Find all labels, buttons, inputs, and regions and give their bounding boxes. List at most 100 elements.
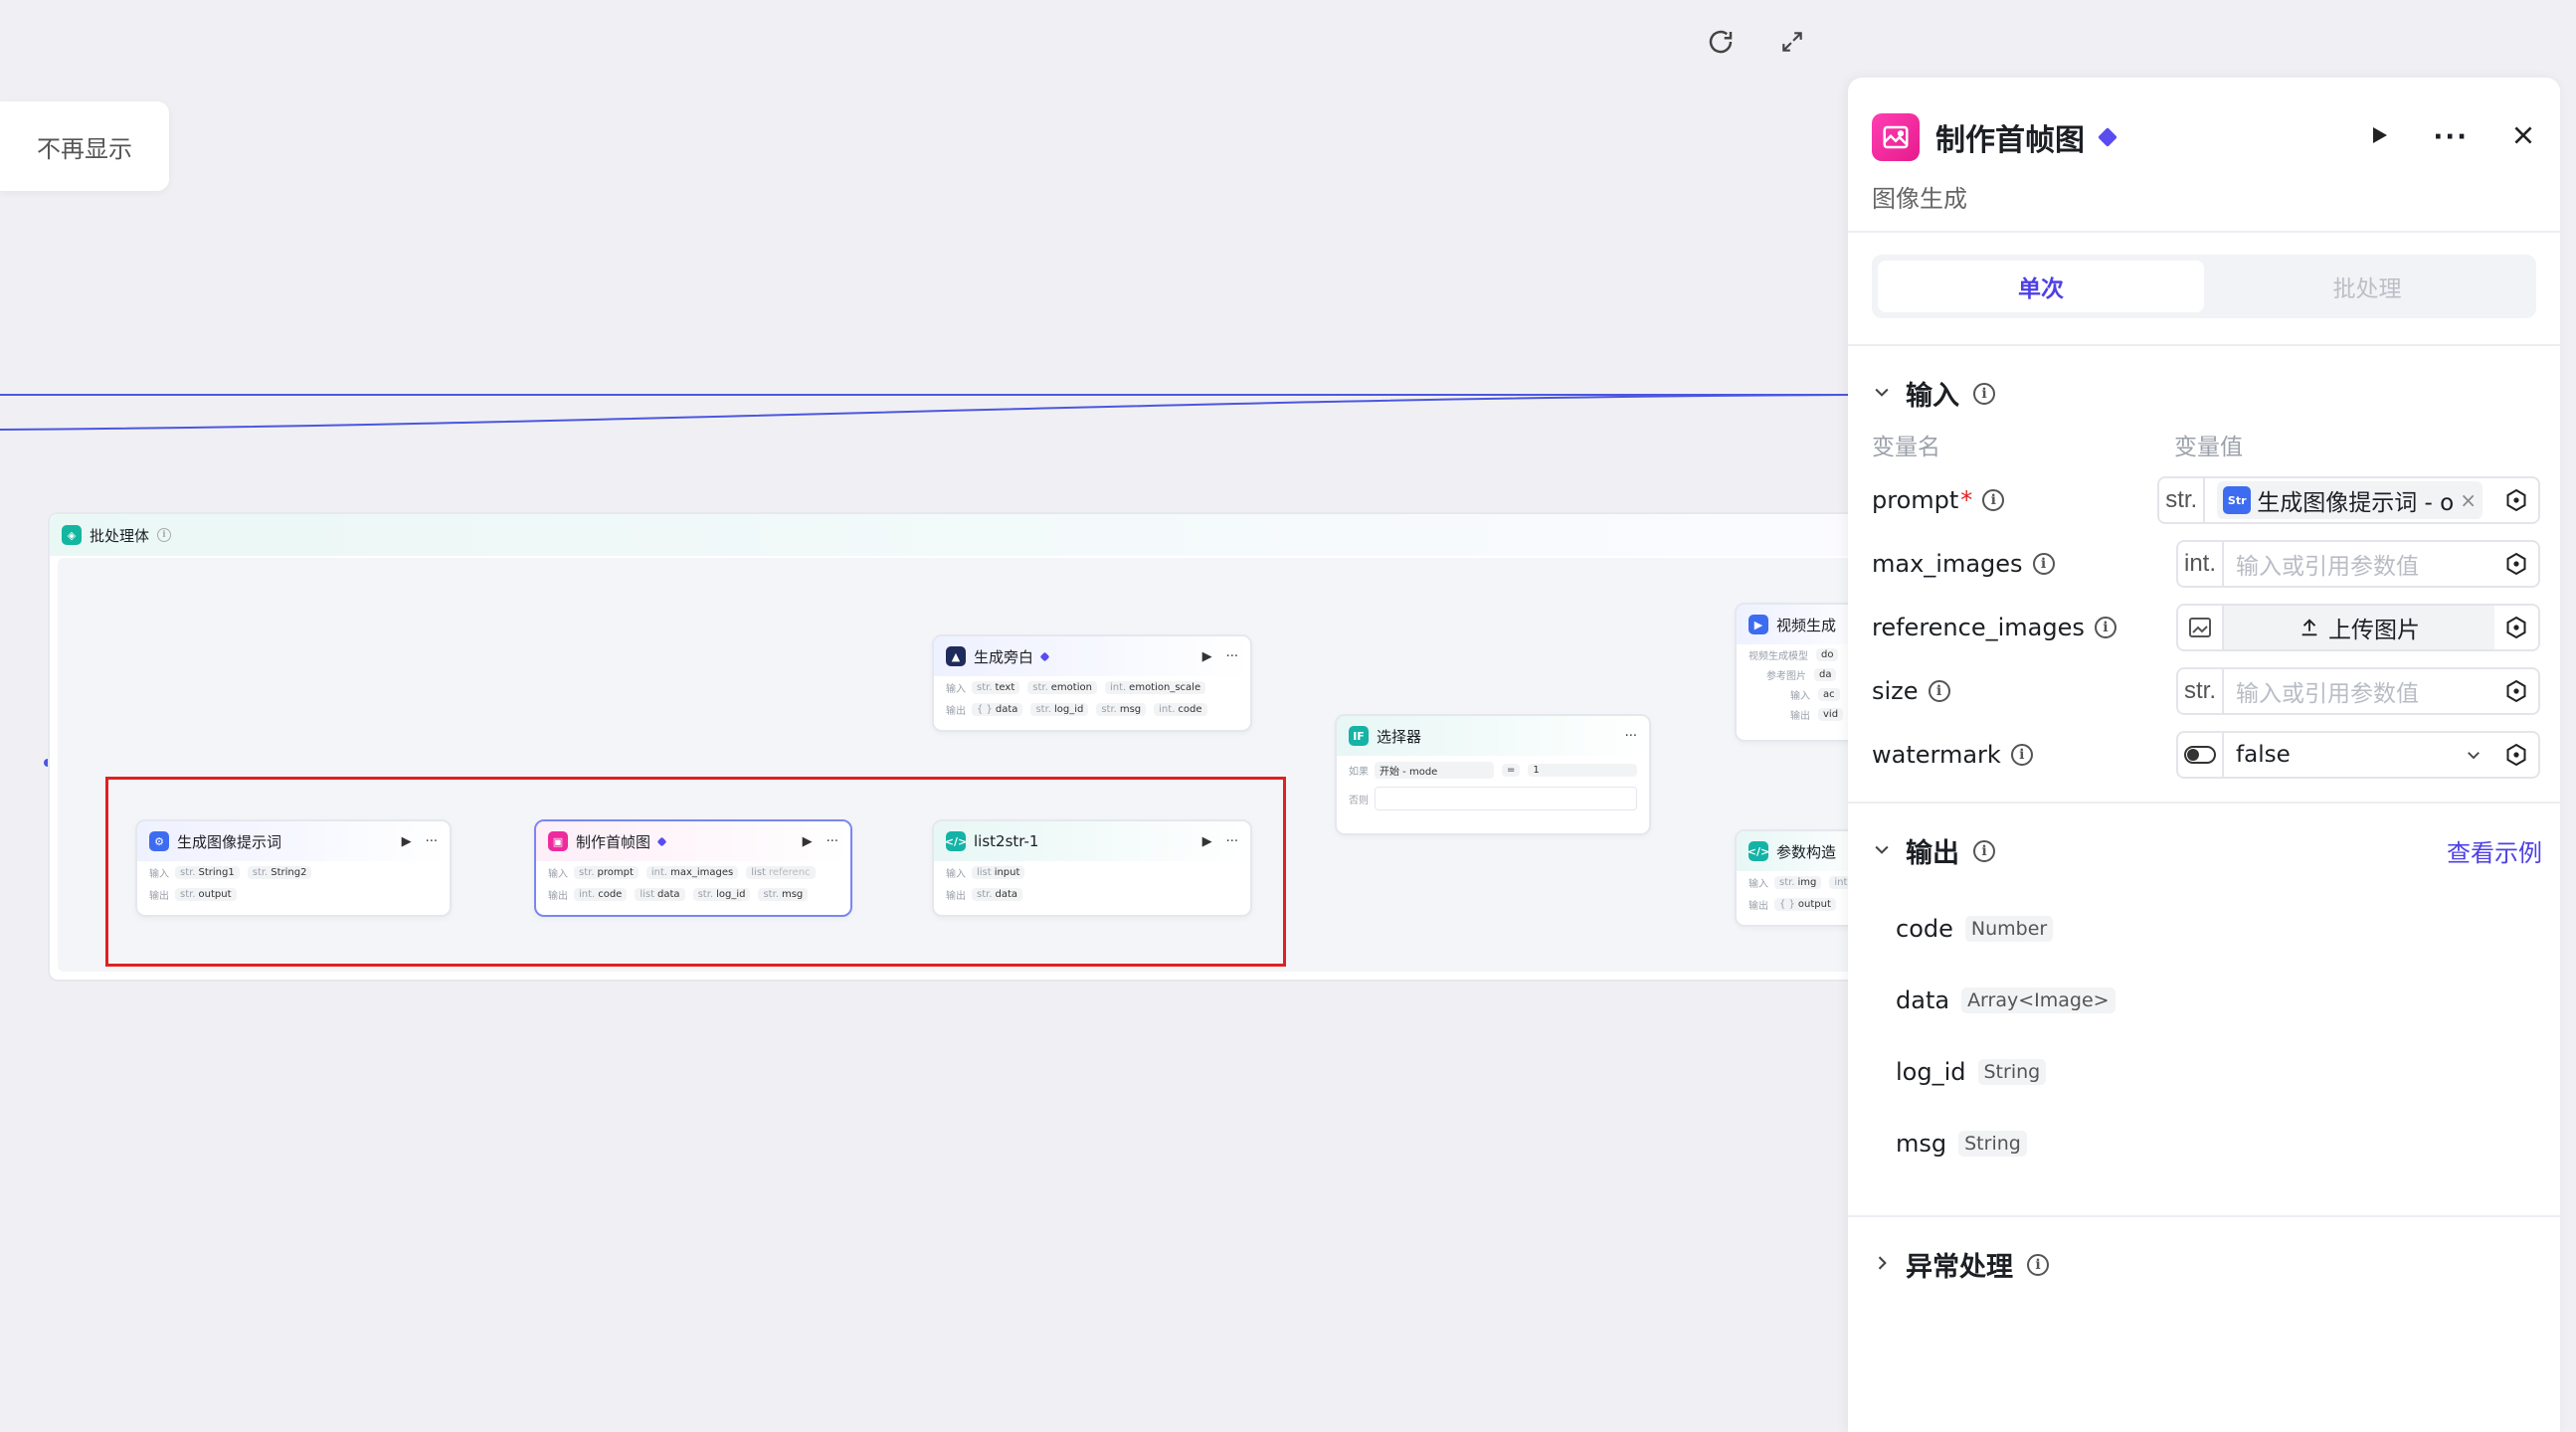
output-name: code — [1896, 915, 1953, 943]
info-icon[interactable]: i — [2010, 744, 2033, 766]
chevron-down-icon[interactable] — [1872, 835, 1892, 866]
output-name: log_id — [1896, 1058, 1966, 1086]
node-config-panel: 制作首帧图 ··· 图像生成 单次 批处理 输入 i 变量名 变量值 promp… — [1848, 78, 2560, 1432]
panel-subtitle: 图像生成 — [1872, 185, 1967, 213]
type-badge: str. — [2159, 478, 2206, 522]
str-node-icon: Str — [2223, 486, 2252, 514]
type-badge: int. — [2178, 542, 2224, 586]
row-value: da — [1814, 667, 1837, 681]
node-title: 选择器 — [1377, 727, 1422, 746]
more-icon[interactable]: ··· — [2433, 122, 2469, 152]
refresh-icon[interactable] — [1701, 22, 1741, 62]
else-slot — [1375, 787, 1637, 810]
variable-ref-icon[interactable] — [2494, 679, 2538, 703]
toggle-icon — [2178, 733, 2224, 777]
reference-images-field[interactable]: 上传图片 — [2176, 604, 2540, 651]
info-icon[interactable]: i — [2027, 1253, 2049, 1276]
param-row-prompt: prompt * i str. Str 生成图像提示词 - o × — [1872, 475, 2540, 525]
input-section-header[interactable]: 输入 i — [1872, 374, 1995, 413]
canvas-toolbar — [1701, 22, 1812, 62]
workflow-canvas[interactable]: 不再显示 ◈ 批处理体 i ⚙ 生成图像提示词 ▶ ··· 输入 str. Stri… — [0, 0, 1878, 1432]
run-icon[interactable]: ▶ — [1202, 649, 1212, 664]
if-icon: IF — [1349, 726, 1369, 746]
size-input[interactable]: 输入或引用参数值 — [2224, 674, 2494, 708]
node-title: 视频生成 — [1776, 616, 1837, 634]
output-section-title: 输出 — [1906, 838, 1959, 869]
row-value: do — [1816, 647, 1839, 661]
info-icon[interactable]: i — [1973, 839, 1995, 862]
info-icon[interactable]: i — [157, 528, 172, 542]
tab-batch[interactable]: 批处理 — [2204, 261, 2530, 312]
max-images-input[interactable]: 输入或引用参数值 — [2224, 547, 2494, 581]
variable-ref-icon[interactable] — [2494, 552, 2538, 576]
divider — [1848, 1215, 2560, 1217]
output-row-data: data Array<Image> — [1896, 981, 2116, 1020]
chevron-down-icon[interactable] — [1872, 378, 1892, 409]
node-header: ▲ 生成旁白 ▶ ··· — [934, 636, 1250, 676]
expand-icon[interactable] — [1772, 22, 1812, 62]
highlight-box — [105, 777, 1286, 967]
param-row-size: size i str. 输入或引用参数值 — [1872, 666, 2540, 716]
column-header-value: 变量值 — [2174, 435, 2243, 460]
variable-ref-icon[interactable] — [2494, 616, 2538, 639]
node-narration[interactable]: ▲ 生成旁白 ▶ ··· 输入 str. text str. emotion int.… — [932, 634, 1252, 732]
variable-ref-icon[interactable] — [2494, 743, 2538, 767]
inputs-label: 输入 — [1748, 878, 1768, 890]
size-value-field[interactable]: str. 输入或引用参数值 — [2176, 667, 2540, 715]
output-row-msg: msg String — [1896, 1124, 2027, 1164]
info-icon[interactable]: i — [1928, 680, 1950, 702]
prompt-value-field[interactable]: str. Str 生成图像提示词 - o × — [2157, 476, 2540, 524]
view-example-link[interactable]: 查看示例 — [2447, 833, 2542, 868]
condition-right: 1 — [1528, 763, 1637, 777]
watermark-select[interactable]: false — [2224, 742, 2494, 768]
clear-icon[interactable]: × — [2460, 488, 2477, 512]
info-icon[interactable]: i — [1973, 382, 1995, 405]
node-selector[interactable]: IF 选择器 ··· 如果 开始 - mode = 1 否则 — [1335, 714, 1651, 835]
param-name: size — [1872, 677, 1919, 705]
max-images-value-field[interactable]: int. 输入或引用参数值 — [2176, 540, 2540, 588]
tab-single[interactable]: 单次 — [1878, 261, 2204, 312]
input-tag: str. img — [1774, 875, 1822, 889]
column-header-name: 变量名 — [1872, 435, 1940, 460]
info-icon[interactable]: i — [2032, 553, 2055, 575]
run-icon[interactable] — [2367, 123, 2391, 151]
param-name: watermark — [1872, 741, 2001, 769]
chevron-right-icon[interactable] — [1872, 1249, 1892, 1280]
output-section-header[interactable]: 输出 i — [1872, 831, 1995, 870]
watermark-value-field[interactable]: false — [2176, 731, 2540, 779]
upload-icon — [2301, 619, 2317, 636]
error-section-header[interactable]: 异常处理 i — [1872, 1245, 2049, 1284]
more-icon[interactable]: ··· — [1226, 649, 1238, 664]
upload-image-button[interactable]: 上传图片 — [2224, 606, 2494, 649]
inputs-label: 输入 — [946, 683, 966, 695]
premium-icon — [1039, 651, 1050, 661]
code-icon: </> — [1748, 841, 1769, 861]
input-tag: str. text — [972, 680, 1020, 694]
close-icon[interactable] — [2510, 122, 2536, 152]
watermark-value: false — [2236, 742, 2291, 768]
info-icon[interactable]: i — [2094, 617, 2116, 638]
dismiss-tip[interactable]: 不再显示 — [0, 101, 169, 191]
variable-ref-icon[interactable] — [2494, 488, 2538, 512]
panel-title: 制作首帧图 — [1935, 123, 2085, 158]
image-generate-icon — [1872, 113, 1920, 161]
condition-left: 开始 - mode — [1375, 761, 1494, 779]
reference-chip[interactable]: Str 生成图像提示词 - o × — [2217, 481, 2483, 519]
output-tag: { } output — [1774, 897, 1836, 911]
param-name: prompt — [1872, 486, 1959, 514]
chevron-down-icon — [2468, 752, 2480, 760]
if-label: 如果 — [1349, 766, 1369, 778]
output-type: String — [1977, 1059, 2047, 1085]
divider — [1848, 802, 2560, 804]
info-icon[interactable]: i — [1982, 489, 2005, 511]
param-name: max_images — [1872, 550, 2023, 578]
required-mark: * — [1960, 486, 1973, 514]
loop-title: 批处理体 — [90, 526, 150, 545]
more-icon[interactable]: ··· — [1625, 729, 1637, 744]
row-key: 输出 — [1790, 710, 1810, 722]
output-name: msg — [1896, 1130, 1947, 1158]
output-row-code: code Number — [1896, 909, 2054, 949]
output-tag: { } data — [972, 702, 1023, 716]
image-type-icon — [2178, 606, 2224, 649]
output-tag: str. msg — [1096, 702, 1147, 716]
